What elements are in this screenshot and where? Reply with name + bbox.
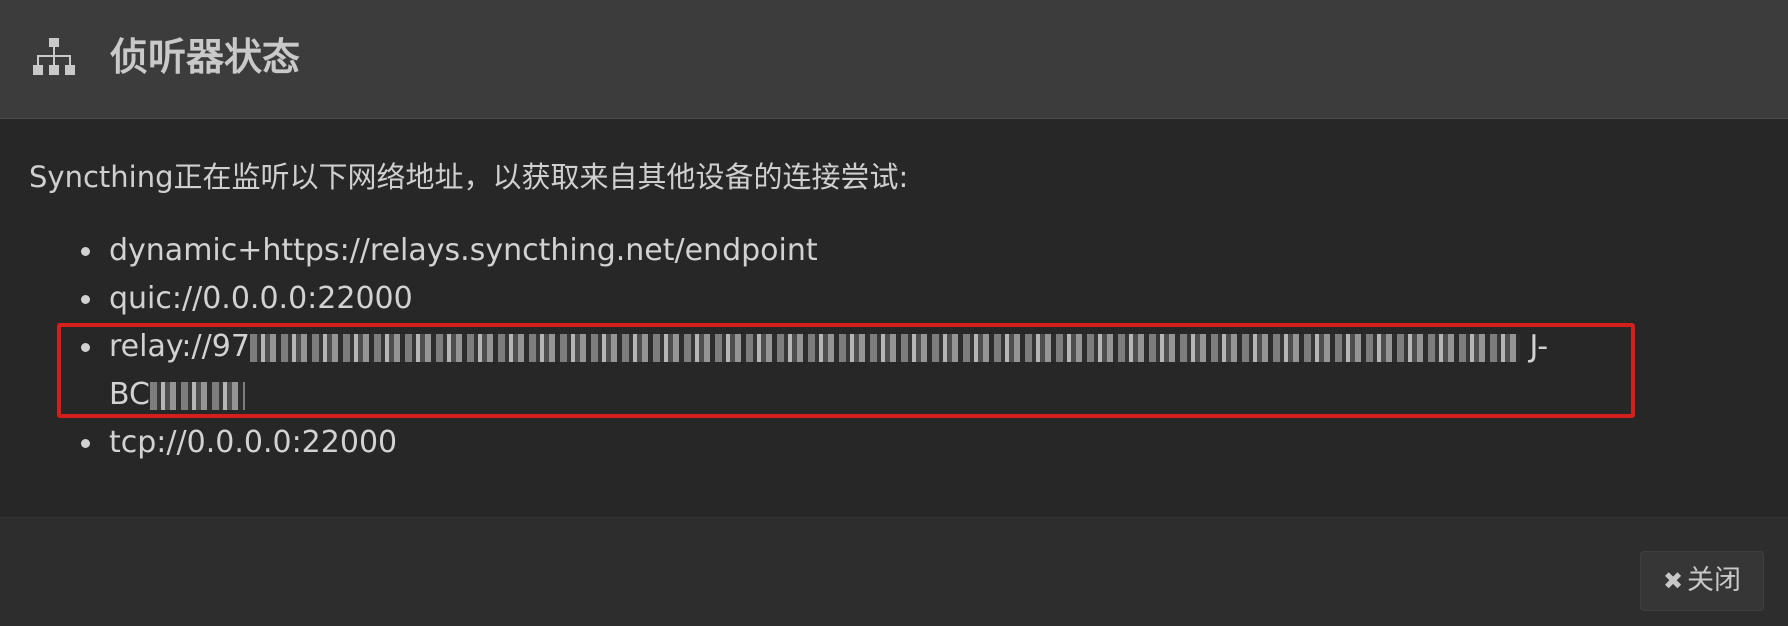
dialog-body: Syncthing正在监听以下网络地址，以获取来自其他设备的连接尝试: dyna… xyxy=(0,119,1788,517)
redacted-mosaic xyxy=(150,381,246,410)
intro-text: Syncthing正在监听以下网络地址，以获取来自其他设备的连接尝试: xyxy=(29,160,909,194)
redacted-mosaic xyxy=(249,333,1520,362)
relay-line-2: BC xyxy=(109,371,1548,419)
list-item: dynamic+https://relays.syncthing.net/end… xyxy=(0,227,1548,275)
sitemap-icon xyxy=(33,38,75,75)
list-item: tcp://0.0.0.0:22000 xyxy=(0,419,1548,467)
relay-tail-end: J- xyxy=(1529,329,1549,364)
bullet xyxy=(81,439,90,448)
dialog-footer: ✖ 关闭 xyxy=(0,517,1788,626)
list-item: quic://0.0.0.0:22000 xyxy=(0,275,1548,323)
bullet xyxy=(81,295,90,304)
dialog-title: 侦听器状态 xyxy=(110,35,301,79)
listener-status-dialog: 侦听器状态 Syncthing正在监听以下网络地址，以获取来自其他设备的连接尝试… xyxy=(0,0,1788,626)
close-icon: ✖ xyxy=(1662,567,1684,595)
bullet xyxy=(81,247,90,256)
address-text: dynamic+https://relays.syncthing.net/end… xyxy=(109,233,818,268)
relay-line2-prefix: BC xyxy=(109,377,151,412)
address-text: tcp://0.0.0.0:22000 xyxy=(109,425,398,460)
close-button[interactable]: ✖ 关闭 xyxy=(1640,551,1764,611)
address-list: dynamic+https://relays.syncthing.net/end… xyxy=(0,227,1548,467)
address-text: quic://0.0.0.0:22000 xyxy=(109,281,413,316)
address-text: relay://97 xyxy=(109,329,250,364)
bullet xyxy=(81,343,90,352)
relay-line-1: relay://97 J- xyxy=(109,323,1548,371)
dialog-header: 侦听器状态 xyxy=(0,0,1788,119)
close-label: 关闭 xyxy=(1687,565,1742,596)
list-item-relay: relay://97 J- BC xyxy=(0,323,1548,419)
